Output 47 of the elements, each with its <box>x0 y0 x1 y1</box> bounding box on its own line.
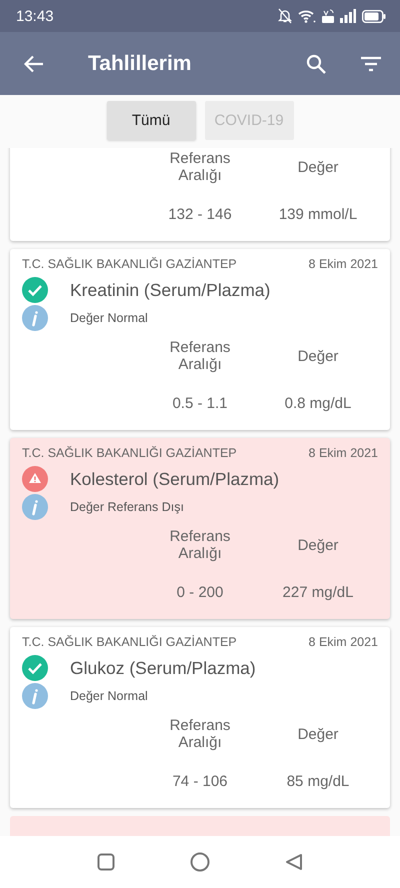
column-header: Referans Aralığı <box>168 717 232 751</box>
result-value: 139 mmol/L <box>278 206 358 223</box>
search-icon <box>306 54 326 74</box>
result-card[interactable]: Referans Aralığı Değer 132 - 146 139 mmol/L <box>10 148 390 241</box>
column-header: Referans Aralığı <box>168 339 232 373</box>
test-name: Kreatinin (Serum/Plazma) <box>70 280 270 300</box>
recents-button[interactable] <box>95 851 118 873</box>
result-value: 227 mg/dL <box>282 584 354 601</box>
triangle-icon <box>284 853 303 871</box>
result-card[interactable]: T.C. SAĞLIK BAKANLIĞI GAZİANTEP 8 Ekim 2021 Kreatinin (Serum/Plazma) Değer Normal Referans Aralığı Değer 0.5 - 1.1 0.8 mg/dL <box>10 249 390 430</box>
result-value: 85 mg/dL <box>286 773 350 790</box>
column-header: Değer <box>296 158 340 176</box>
result-note: Değer Normal <box>70 689 148 703</box>
column-header: Referans Aralığı <box>168 528 232 562</box>
column-header: Değer <box>296 726 340 742</box>
reference-range: 132 - 146 <box>167 206 233 223</box>
result-date: 8 Ekim 2021 <box>308 446 378 460</box>
home-button[interactable] <box>188 850 212 874</box>
result-date: 8 Ekim 2021 <box>308 257 378 271</box>
circle-icon <box>190 852 210 872</box>
filter-tab[interactable]: Tümü <box>106 101 196 140</box>
bell-off-icon <box>278 8 292 24</box>
institution-name: T.C. SAĞLIK BAKANLIĞI GAZİANTEP <box>22 257 237 271</box>
signal-icon <box>340 9 356 23</box>
square-icon <box>97 853 116 871</box>
column-header: Değer <box>296 536 340 554</box>
institution-name: T.C. SAĞLIK BAKANLIĞI GAZİANTEP <box>22 635 237 649</box>
clock: 13:43 <box>16 8 54 24</box>
test-name: Kolesterol (Serum/Plazma) <box>70 468 280 490</box>
reference-range: 0 - 200 <box>176 584 224 601</box>
result-date: 8 Ekim 2021 <box>308 635 378 649</box>
result-card[interactable]: T.C. SAĞLIK BAKANLIĞI GAZİANTEP 8 Ekim 2021 Glukoz (Serum/Plazma) Değer Normal Referans Aralığı Değer 74 - 106 85 mg/dL <box>10 627 390 808</box>
column-header: Değer <box>296 348 340 364</box>
result-note: Değer Referans Dışı <box>70 500 184 514</box>
battery-icon <box>362 10 386 22</box>
result-note: Değer Normal <box>70 311 148 325</box>
wifi-icon <box>298 9 316 23</box>
institution-name: T.C. SAĞLIK BAKANLIĞI GAZİANTEP <box>22 446 237 460</box>
reference-range: 74 - 106 <box>171 773 229 790</box>
result-card[interactable]: T.C. SAĞLIK BAKANLIĞI GAZİANTEP 8 Ekim 2021 Kolesterol (Serum/Plazma) Değer Referans Dışı Referans Aralığı Değer 0 - 200 227 mg/dL <box>10 438 390 619</box>
reference-range: 0.5 - 1.1 <box>171 395 229 412</box>
back-arrow-icon <box>24 54 44 72</box>
screen-title: Tahlillerim <box>88 52 192 76</box>
result-value: 0.8 mg/dL <box>284 395 352 412</box>
column-header: Referans Aralığı <box>168 150 232 184</box>
test-name: Glukoz (Serum/Plazma) <box>70 658 256 678</box>
filter-icon <box>360 56 382 72</box>
